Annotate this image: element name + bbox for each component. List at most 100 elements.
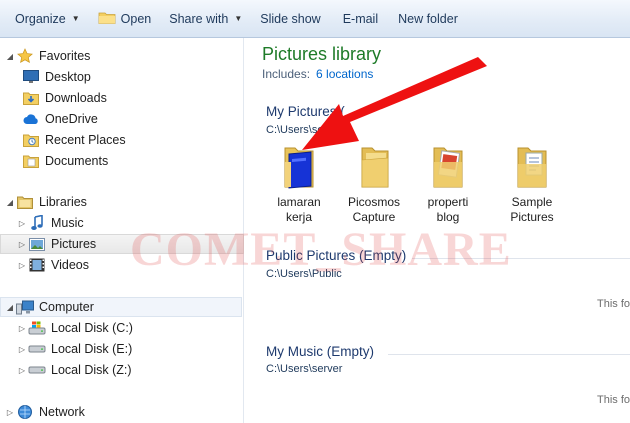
nav-recent-places[interactable]: Recent Places [22, 130, 126, 150]
organize-label: Organize [15, 11, 66, 26]
organize-button[interactable]: Organize ▼ [6, 6, 89, 32]
folder-open-icon [98, 10, 116, 27]
new-folder-label: New folder [398, 11, 458, 26]
content-pane: Pictures library Includes: 6 locations My… [245, 38, 630, 423]
photo-folder-icon [413, 144, 483, 193]
share-with-button[interactable]: Share with ▼ [160, 6, 251, 32]
system-drive-icon [28, 320, 46, 336]
section-public-pictures-title[interactable]: Public Pictures (Empty) [266, 248, 406, 263]
folder-name-line2: kerja [285, 210, 312, 224]
email-label: E-mail [342, 11, 379, 26]
nav-disk-c[interactable]: ▷ Local Disk (C:) [16, 318, 133, 338]
nav-desktop[interactable]: Desktop [22, 67, 91, 87]
folder-tile[interactable]: Picosmos Capture [339, 144, 409, 225]
star-icon [16, 48, 34, 64]
folder-name-line2: blog [436, 210, 460, 224]
nav-downloads[interactable]: Downloads [22, 88, 107, 108]
expand-arrow-icon[interactable]: ▷ [16, 261, 28, 270]
nav-computer-label: Computer [39, 300, 94, 314]
music-note-icon [28, 215, 46, 231]
nav-libraries-label: Libraries [39, 195, 87, 209]
expand-arrow-icon[interactable]: ▷ [16, 219, 28, 228]
expand-arrow-icon[interactable]: ◢ [4, 52, 16, 61]
section-my-pictures-path: C:\Users\ser [266, 124, 328, 136]
nav-network[interactable]: ▷ Network [4, 402, 85, 422]
navigation-pane: ◢ Favorites Desktop Downloads OneDrive R… [0, 38, 244, 423]
expand-arrow-icon[interactable]: ▷ [16, 345, 28, 354]
nav-music-label: Music [51, 216, 84, 230]
nav-documents-label: Documents [45, 154, 109, 168]
expand-arrow-icon[interactable]: ▷ [16, 366, 28, 375]
folder-name-line1: Picosmos [347, 195, 400, 209]
section-my-pictures-title[interactable]: My Pictures ( [266, 104, 345, 119]
open-label: Open [120, 11, 152, 26]
library-includes: Includes: 6 locations [262, 67, 373, 81]
hard-drive-icon [28, 362, 46, 378]
folder-name-line2: Capture [352, 210, 396, 224]
network-icon [16, 404, 34, 420]
chevron-down-icon: ▼ [234, 14, 243, 23]
film-strip-icon [28, 257, 46, 273]
nav-disk-e-label: Local Disk (E:) [51, 342, 133, 356]
folder-tile[interactable]: Sample Pictures [497, 144, 567, 225]
expand-arrow-icon[interactable]: ▷ [4, 408, 16, 417]
share-with-label: Share with [169, 11, 229, 26]
section-divider [388, 354, 630, 355]
open-button[interactable]: Open [89, 6, 161, 32]
nav-disk-z[interactable]: ▷ Local Disk (Z:) [16, 360, 132, 380]
chevron-down-icon: ▼ [71, 14, 80, 23]
locations-link[interactable]: 6 locations [316, 67, 373, 81]
nav-computer[interactable]: ◢ Computer [0, 297, 242, 317]
nav-onedrive[interactable]: OneDrive [22, 109, 98, 129]
nav-pictures[interactable]: ▷ Pictures [0, 234, 244, 254]
email-button[interactable]: E-mail [334, 6, 387, 32]
desktop-icon [22, 69, 40, 85]
nav-disk-e[interactable]: ▷ Local Disk (E:) [16, 339, 132, 359]
folder-name-line1: lamaran [277, 195, 321, 209]
includes-label: Includes: [262, 67, 311, 81]
nav-music[interactable]: ▷ Music [16, 213, 84, 233]
nav-desktop-label: Desktop [45, 70, 91, 84]
documents-icon [22, 153, 40, 169]
nav-downloads-label: Downloads [45, 91, 107, 105]
nav-disk-z-label: Local Disk (Z:) [51, 363, 132, 377]
section-my-music-title[interactable]: My Music (Empty) [266, 344, 374, 359]
nav-network-label: Network [39, 405, 85, 419]
nav-favorites[interactable]: ◢ Favorites [4, 46, 90, 66]
hard-drive-icon [28, 341, 46, 357]
section-divider [412, 258, 630, 259]
expand-arrow-icon[interactable]: ▷ [16, 240, 28, 249]
pictures-icon [28, 236, 46, 252]
nav-recent-places-label: Recent Places [45, 133, 126, 147]
section-my-music-path: C:\Users\server [266, 363, 343, 375]
recent-places-icon [22, 132, 40, 148]
cloud-icon [22, 111, 40, 127]
folder-tile[interactable]: lamaran kerja [264, 144, 334, 225]
folder-name-line1: Sample [511, 195, 553, 209]
nav-onedrive-label: OneDrive [45, 112, 98, 126]
new-folder-button[interactable]: New folder [389, 6, 467, 32]
blue-document-folder-icon [264, 144, 334, 193]
section-public-pictures-path: C:\Users\Public [266, 268, 342, 280]
folder-name-line1: properti [427, 195, 469, 209]
section-public-pictures-note: This fo [597, 298, 630, 310]
nav-favorites-label: Favorites [39, 49, 91, 63]
expand-arrow-icon[interactable]: ◢ [4, 198, 16, 207]
slide-show-button[interactable]: Slide show [251, 6, 329, 32]
folder-icon [339, 144, 409, 193]
page-title: Pictures library [262, 44, 382, 64]
nav-documents[interactable]: Documents [22, 151, 108, 171]
nav-videos-label: Videos [51, 258, 89, 272]
downloads-folder-icon [22, 90, 40, 106]
nav-libraries[interactable]: ◢ Libraries [4, 192, 87, 212]
nav-videos[interactable]: ▷ Videos [16, 255, 89, 275]
expand-arrow-icon[interactable]: ▷ [16, 324, 28, 333]
folder-tile[interactable]: properti blog [413, 144, 483, 225]
command-bar: Organize ▼ Open Share with ▼ Slide show … [0, 0, 630, 38]
document-folder-icon [497, 144, 567, 193]
slide-show-label: Slide show [260, 11, 321, 26]
section-my-music-note: This fo [597, 394, 630, 406]
nav-pictures-label: Pictures [51, 237, 97, 251]
nav-disk-c-label: Local Disk (C:) [51, 321, 133, 335]
expand-arrow-icon[interactable]: ◢ [4, 303, 16, 312]
